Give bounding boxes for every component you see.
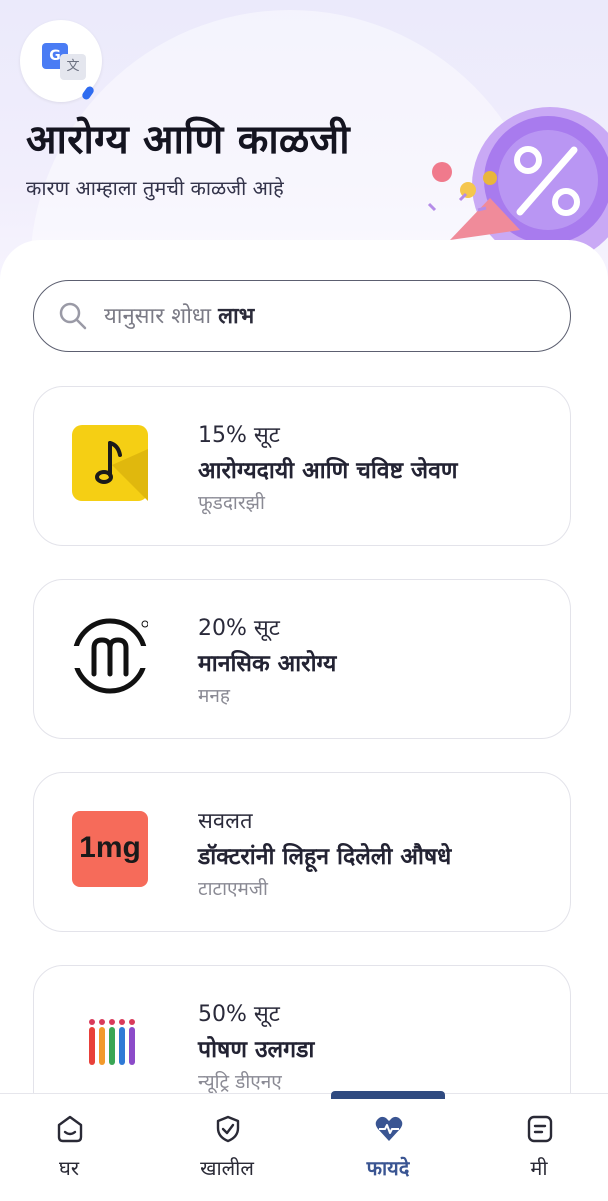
offer-title: डॉक्टरांनी लिहून दिलेली औषधे [198,844,452,870]
heart-pulse-icon [375,1116,403,1141]
nav-item-home[interactable]: घर [9,1094,129,1201]
offer-title: पोषण उलगडा [198,1037,315,1063]
offer-discount: 50% सूट [198,1002,280,1027]
search-placeholder-prefix: यानुसार शोधा [104,304,219,329]
page-title: आरोग्य आणि काळजी [26,117,350,163]
offer-discount: 20% सूट [198,616,280,641]
search-placeholder-keyword: लाभ [218,304,255,329]
music-note-logo-icon [72,425,148,501]
translate-glyph-icon: 文 [60,54,86,80]
nav-active-indicator [331,1091,445,1099]
discount-promo-icon [427,107,608,250]
offer-card-foodarazzi[interactable]: 15% सूट आरोग्यदायी आणि चविष्ट जेवण फूडदा… [33,386,571,546]
offer-card-manah[interactable]: 20% सूट मानसिक आरोग्य मनह [33,579,571,739]
offer-title: मानसिक आरोग्य [198,651,337,677]
offer-partner: टाटाएमजी [198,878,268,900]
nutri-dna-logo-icon [89,1019,135,1065]
nav-item-following[interactable]: खालील [167,1094,287,1201]
home-face-icon [57,1115,83,1143]
nav-label: घर [59,1156,79,1180]
document-icon [527,1115,553,1143]
search-icon [59,302,87,330]
manah-logo-icon [72,618,148,694]
search-input[interactable]: यानुसार शोधा लाभ [33,280,571,352]
offer-card-tata1mg[interactable]: 1mg सवलत डॉक्टरांनी लिहून दिलेली औषधे टा… [33,772,571,932]
search-placeholder: यानुसार शोधा लाभ [104,300,254,330]
offer-title: आरोग्यदायी आणि चविष्ट जेवण [198,458,458,484]
nav-item-benefits[interactable]: फायदे [328,1094,448,1201]
1mg-logo-text: 1mg [79,831,141,864]
page-subtitle: कारण आम्हाला तुमची काळजी आहे [26,176,284,200]
nav-label: मी [530,1156,548,1180]
nav-label: फायदे [366,1156,410,1180]
1mg-logo-icon: 1mg [72,811,148,887]
translate-button[interactable]: G 文 [20,20,102,102]
offer-discount: सवलत [198,809,253,834]
offer-partner: फूडदारझी [198,492,265,514]
offer-partner: न्यूट्रि डीएनए [198,1071,282,1093]
nav-label: खालील [200,1156,254,1180]
shield-check-icon [216,1115,240,1143]
bottom-nav: घर खालील फायदे मी [0,1093,608,1201]
offer-discount: 15% सूट [198,423,280,448]
nav-item-me[interactable]: मी [479,1094,599,1201]
offer-partner: मनह [198,685,230,707]
